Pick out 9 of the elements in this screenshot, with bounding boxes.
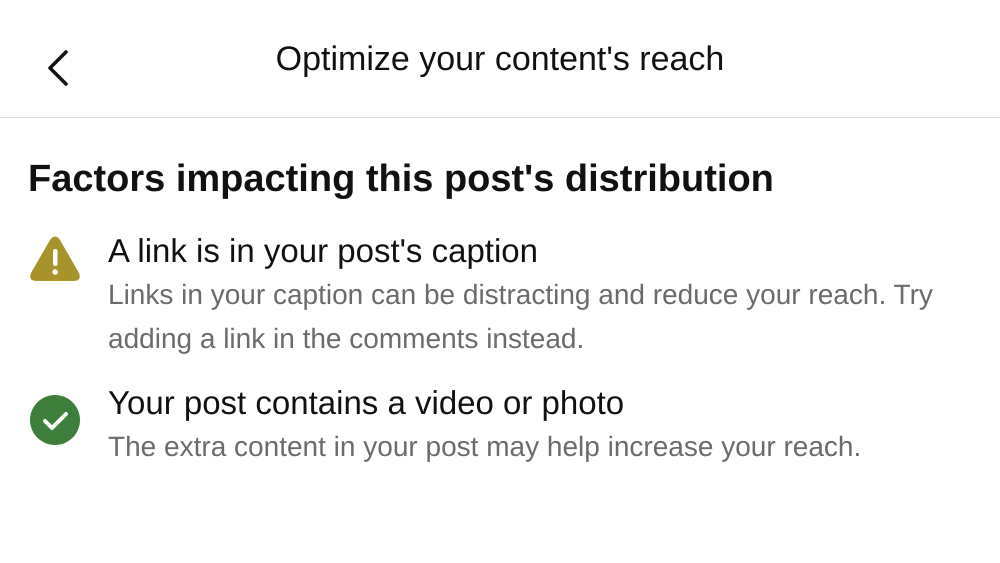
factor-title: A link is in your post's caption (108, 231, 540, 271)
warning-icon (28, 235, 82, 283)
page-title: Optimize your content's reach (276, 40, 724, 79)
factor-title: Your post contains a video or photo (108, 383, 626, 423)
back-button[interactable] (46, 48, 70, 88)
factor-description: The extra content in your post may help increase your reach. (108, 430, 862, 464)
section-heading: Factors impacting this post's distribution (28, 158, 775, 201)
checkmark-icon (30, 395, 80, 445)
factor-description: Links in your caption can be distracting and reduce your reach. Try adding a link in the comments instead. (108, 278, 934, 356)
